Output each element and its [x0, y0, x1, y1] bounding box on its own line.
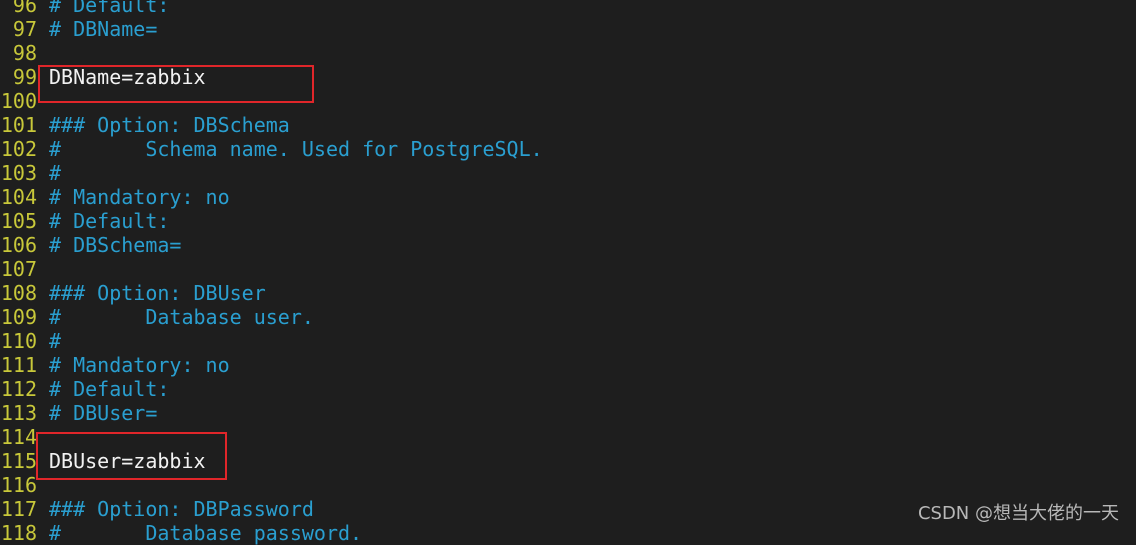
- code-line[interactable]: 105 # Default:: [0, 209, 170, 233]
- line-number: 102: [0, 137, 37, 161]
- comment-text: ### Option: DBSchema: [49, 113, 290, 137]
- line-number: 117: [0, 497, 37, 521]
- line-number: 100: [0, 89, 37, 113]
- code-line[interactable]: 107: [0, 257, 37, 281]
- line-number: 118: [0, 521, 37, 545]
- comment-text: # Mandatory: no: [49, 353, 230, 377]
- code-line[interactable]: 110 #: [0, 329, 61, 353]
- code-line[interactable]: 109 # Database user.: [0, 305, 314, 329]
- line-number: 104: [0, 185, 37, 209]
- code-line[interactable]: 113 # DBUser=: [0, 401, 158, 425]
- code-line[interactable]: 104 # Mandatory: no: [0, 185, 230, 209]
- comment-text: # Mandatory: no: [49, 185, 230, 209]
- comment-text: # DBName=: [49, 17, 158, 41]
- code-line[interactable]: 114: [0, 425, 37, 449]
- line-number: 106: [0, 233, 37, 257]
- code-line[interactable]: 115 DBUser=zabbix: [0, 449, 206, 473]
- line-number: 115: [0, 449, 37, 473]
- code-line[interactable]: 100: [0, 89, 37, 113]
- line-number: 114: [0, 425, 37, 449]
- line-number: 111: [0, 353, 37, 377]
- line-number: 113: [0, 401, 37, 425]
- comment-text: ### Option: DBPassword: [49, 497, 314, 521]
- line-number: 96: [12, 0, 37, 17]
- line-number: 109: [0, 305, 37, 329]
- comment-text: # DBSchema=: [49, 233, 182, 257]
- code-line[interactable]: 98: [0, 41, 37, 65]
- line-number: 103: [0, 161, 37, 185]
- comment-text: # Default:: [49, 377, 170, 401]
- line-number: 97: [12, 17, 37, 41]
- highlight-box-dbname: [38, 65, 314, 103]
- line-number: 112: [0, 377, 37, 401]
- line-number: 105: [0, 209, 37, 233]
- comment-text: # Database user.: [49, 305, 314, 329]
- comment-text: #: [49, 161, 62, 185]
- comment-text: # Default:: [49, 209, 170, 233]
- code-line[interactable]: 112 # Default:: [0, 377, 170, 401]
- code-line[interactable]: 103 #: [0, 161, 61, 185]
- code-line[interactable]: 118 # Database password.: [0, 521, 362, 545]
- code-line[interactable]: 97 # DBName=: [0, 17, 157, 41]
- editor-lines: 96 # Default: 97 # DBName= 98 99 DBName=zabbix…: [0, 0, 543, 545]
- code-line[interactable]: 106 # DBSchema=: [0, 233, 182, 257]
- line-number: 99: [12, 65, 37, 89]
- line-number: 108: [0, 281, 37, 305]
- line-number: 116: [0, 473, 37, 497]
- line-number: 98: [12, 41, 37, 65]
- highlight-box-dbuser: [36, 432, 227, 480]
- code-line[interactable]: 101 ### Option: DBSchema: [0, 113, 290, 137]
- comment-text: # Default:: [49, 0, 170, 17]
- watermark: CSDN @想当大佬的一天: [917, 503, 1119, 524]
- comment-text: # Schema name. Used for PostgreSQL.: [49, 137, 543, 161]
- comment-text: # DBUser=: [49, 401, 158, 425]
- code-line[interactable]: 108 ### Option: DBUser: [0, 281, 266, 305]
- code-line[interactable]: 96 # Default:: [0, 0, 170, 17]
- code-line[interactable]: 111 # Mandatory: no: [0, 353, 230, 377]
- comment-text: # Database password.: [49, 521, 363, 545]
- line-number: 101: [0, 113, 37, 137]
- code-line[interactable]: 99 DBName=zabbix: [0, 65, 206, 89]
- line-number: 110: [0, 329, 37, 353]
- code-line[interactable]: 102 # Schema name. Used for PostgreSQL.: [0, 137, 543, 161]
- code-line[interactable]: 116: [0, 473, 37, 497]
- code-line[interactable]: 117 ### Option: DBPassword: [0, 497, 314, 521]
- comment-text: #: [49, 329, 62, 353]
- comment-text: ### Option: DBUser: [49, 281, 266, 305]
- line-number: 107: [0, 257, 37, 281]
